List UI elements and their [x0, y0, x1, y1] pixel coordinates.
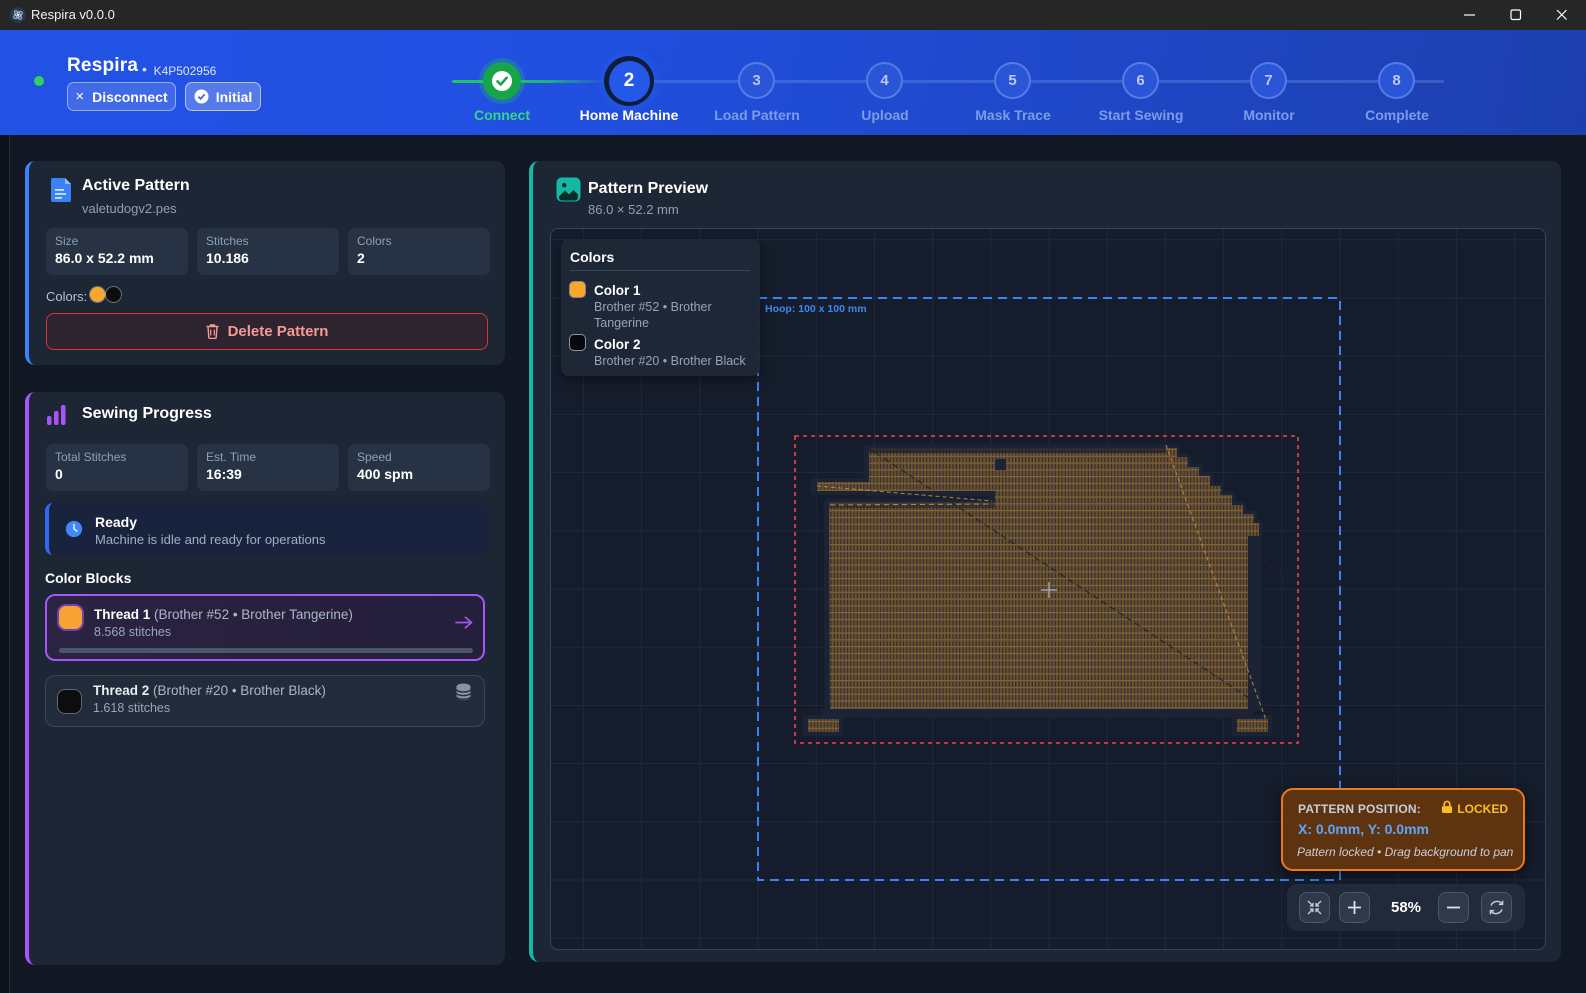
- svg-text:Hoop: 100 x 100 mm: Hoop: 100 x 100 mm: [765, 303, 867, 315]
